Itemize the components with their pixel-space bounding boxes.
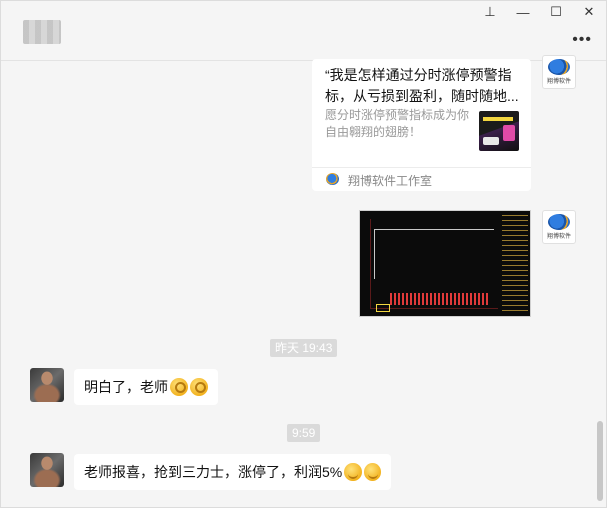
scrollbar[interactable]	[597, 421, 603, 501]
more-icon: •••	[572, 31, 592, 48]
sender-avatar[interactable]: 翔博软件	[542, 210, 576, 244]
card-title: “我是怎样通过分时涨停预警指标，从亏损到盈利，随时随地...	[325, 67, 519, 104]
title-bar: ⊥ — ☐ ✕ •••	[1, 1, 606, 61]
card-source: 翔博软件工作室	[348, 174, 433, 188]
minimize-button[interactable]: —	[506, 1, 540, 23]
message-text: 老师报喜，抢到三力士，涨停了，利润5%	[84, 464, 343, 480]
blushing-emoji-icon	[363, 463, 381, 481]
card-divider	[312, 167, 531, 168]
brand-logo-icon	[548, 59, 570, 75]
close-icon: ✕	[583, 4, 595, 19]
message-text: 明白了，老师	[84, 379, 168, 395]
brand-logo-icon	[548, 214, 570, 230]
stock-chart-image-message[interactable]	[359, 210, 531, 317]
timestamp: 9:59	[287, 424, 321, 442]
ok-hand-emoji-icon	[170, 378, 188, 396]
more-options-button[interactable]: •••	[572, 31, 592, 49]
source-logo-icon	[326, 173, 339, 185]
user-avatar[interactable]	[30, 368, 64, 402]
user-avatar[interactable]	[30, 453, 64, 487]
card-thumbnail	[479, 111, 519, 151]
maximize-button[interactable]: ☐	[539, 1, 573, 23]
link-card-message[interactable]: “我是怎样通过分时涨停预警指标，从亏损到盈利，随时随地... 愿分时涨停预警指标…	[312, 59, 531, 191]
timestamp: 昨天 19:43	[270, 339, 338, 357]
chat-window: ⊥ — ☐ ✕ ••• 翔博软件 “我是怎样通过分时涨停预警指标，从亏损到盈利，…	[0, 0, 607, 508]
message-bubble[interactable]: 老师报喜，抢到三力士，涨停了，利润5%	[74, 454, 391, 490]
close-button[interactable]: ✕	[572, 1, 606, 23]
brand-avatar-text: 翔博软件	[546, 79, 571, 85]
pin-icon: ⊥	[484, 4, 496, 19]
pin-button[interactable]: ⊥	[473, 1, 507, 23]
minimize-icon: —	[516, 4, 530, 20]
sender-avatar[interactable]: 翔博软件	[542, 55, 576, 89]
maximize-icon: ☐	[550, 4, 562, 19]
blushing-emoji-icon	[344, 463, 362, 481]
brand-avatar-text: 翔博软件	[546, 234, 571, 240]
message-bubble[interactable]: 明白了，老师	[74, 369, 218, 405]
ok-hand-emoji-icon	[190, 378, 208, 396]
chat-title-blurred	[23, 20, 61, 44]
card-description: 愿分时涨停预警指标成为你自由翱翔的翅膀！	[325, 108, 470, 139]
